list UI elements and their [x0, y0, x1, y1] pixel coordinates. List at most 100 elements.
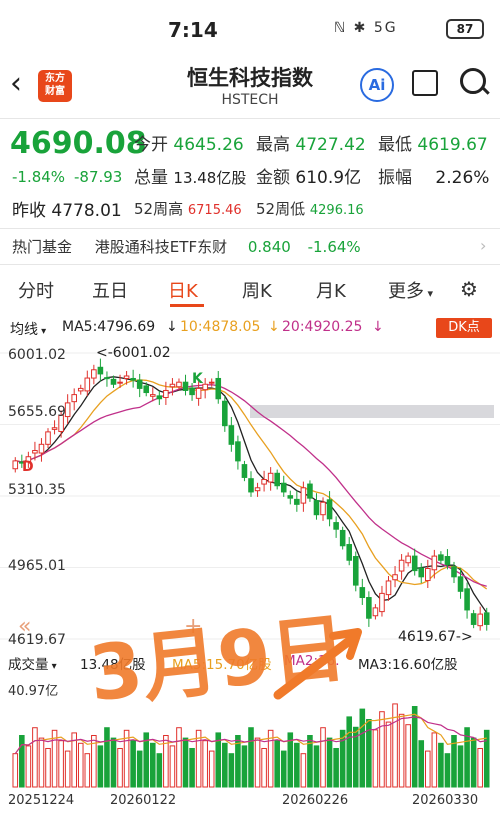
tab-weekly-k[interactable]: 周K: [242, 277, 272, 303]
candle-body: [149, 394, 156, 397]
prev-close: 昨收 4778.01: [12, 196, 122, 221]
volume-bar: [228, 753, 235, 788]
caret-down-icon: ▾: [424, 287, 434, 300]
volume-bar: [359, 708, 366, 788]
candle-body: [195, 387, 202, 399]
candle-body: [457, 576, 464, 592]
x-tick-label: 20260122: [110, 793, 177, 808]
tab-intraday[interactable]: 分时: [18, 277, 54, 303]
volume-selector-label: 成交量: [8, 657, 49, 673]
hot-fund-label: 热门基金: [12, 238, 73, 256]
candle-body: [451, 566, 457, 578]
volume-selector[interactable]: 成交量 ▾: [8, 653, 57, 673]
candle-body: [222, 400, 228, 427]
amount-value: 610.9亿: [295, 168, 362, 188]
high-label: 最高: [256, 135, 290, 155]
volume-bar: [372, 729, 379, 788]
ai-assistant-button[interactable]: Ai: [360, 68, 394, 102]
candle-body: [333, 522, 339, 530]
volume-bar: [438, 742, 444, 788]
x-tick-label: 20260226: [282, 793, 349, 808]
candle-body: [12, 460, 19, 470]
volume-bar: [280, 750, 287, 788]
resistance-band: [250, 405, 494, 418]
volume-bar: [379, 711, 385, 788]
candle-body: [418, 567, 425, 578]
volume-label: 总量: [134, 168, 168, 188]
tab-monthly-k[interactable]: 月K: [316, 277, 346, 303]
volume-bar: [320, 727, 326, 788]
candle-body: [189, 387, 195, 396]
candle-body: [163, 389, 169, 399]
prev-close-value: 4778.01: [51, 201, 122, 221]
volume-bar: [248, 727, 254, 788]
wk52-low-stat: 52周低 4296.16: [256, 198, 364, 219]
ma-legend: 均线 ▾ MA5:4796.69 ↓ 10:4878.05 ↓ 20:4920.…: [0, 315, 500, 341]
settings-gear-icon[interactable]: ⚙: [460, 277, 478, 301]
volume-bar: [431, 732, 438, 788]
volume-bar: [19, 735, 25, 788]
x-tick-label: 20260330: [412, 793, 479, 808]
candle-body: [411, 555, 418, 572]
share-icon[interactable]: [412, 70, 438, 96]
candle-body: [385, 580, 392, 596]
volume-bar: [300, 753, 307, 788]
wk52-low-value: 4296.16: [309, 203, 364, 218]
hot-fund-name: 港股通科技ETF东财: [94, 238, 228, 256]
open-value: 4645.26: [173, 135, 244, 155]
candle-body: [392, 574, 398, 581]
search-icon[interactable]: [460, 68, 486, 94]
volume-bar: [405, 724, 411, 788]
tab-five-day[interactable]: 五日: [92, 277, 128, 303]
volume-bar: [12, 753, 19, 788]
volume-bar: [97, 745, 104, 788]
volume-bar: [104, 727, 110, 788]
candle-body: [477, 613, 483, 627]
open-label: 今开: [134, 135, 168, 155]
candle-body: [470, 613, 477, 625]
volume-bar: [182, 737, 189, 788]
candle-body: [136, 379, 143, 389]
volume-bar: [346, 716, 353, 788]
candle-body: [176, 381, 182, 388]
ma-selector[interactable]: 均线 ▾: [10, 319, 46, 339]
candle-body: [51, 427, 58, 430]
amount-stat: 金额 610.9亿: [256, 163, 361, 188]
open-stat: 今开 4645.26: [134, 130, 244, 155]
hot-fund-row[interactable]: 热门基金 港股通科技ETF东财 0.840 -1.64%: [12, 236, 361, 257]
amplitude-stat: 振幅 2.26%: [378, 163, 489, 188]
divider: [0, 118, 500, 119]
volume-bar: [149, 742, 156, 788]
volume-bar: [294, 742, 300, 788]
candle-body: [287, 495, 294, 499]
candle-body: [398, 559, 405, 572]
volume-bar: [110, 737, 117, 788]
candle-body: [346, 544, 353, 561]
volume-bar: [333, 747, 339, 788]
volume-bar: [32, 727, 38, 788]
y-tick-label: 5655.69: [8, 404, 66, 420]
scroll-left-icon[interactable]: «: [18, 614, 31, 639]
battery-icon: 87: [446, 19, 484, 39]
wk52-high-label: 52周高: [134, 200, 184, 218]
volume-bar: [208, 750, 215, 788]
y-tick-label: 5310.35: [8, 482, 66, 498]
ma-selector-label: 均线: [10, 322, 38, 338]
volume-bar: [261, 747, 267, 788]
candle-body: [77, 387, 84, 392]
candle-body: [208, 381, 215, 384]
volume-bar: [470, 737, 477, 788]
candle-body: [38, 443, 45, 454]
candle-body: [45, 431, 51, 445]
tab-more[interactable]: 更多 ▾: [388, 277, 433, 303]
high-stat: 最高 4727.42: [256, 130, 366, 155]
chevron-right-icon[interactable]: ›: [480, 236, 486, 255]
volume-bar: [77, 742, 84, 788]
candle-body: [431, 555, 438, 571]
dk-point-button[interactable]: DK点: [436, 318, 492, 338]
change-percent: -1.84%: [12, 168, 66, 186]
candle-body: [97, 366, 104, 375]
change-absolute: -87.93: [74, 168, 123, 186]
tab-daily-k[interactable]: 日K: [168, 277, 198, 303]
volume-bar: [84, 753, 91, 788]
